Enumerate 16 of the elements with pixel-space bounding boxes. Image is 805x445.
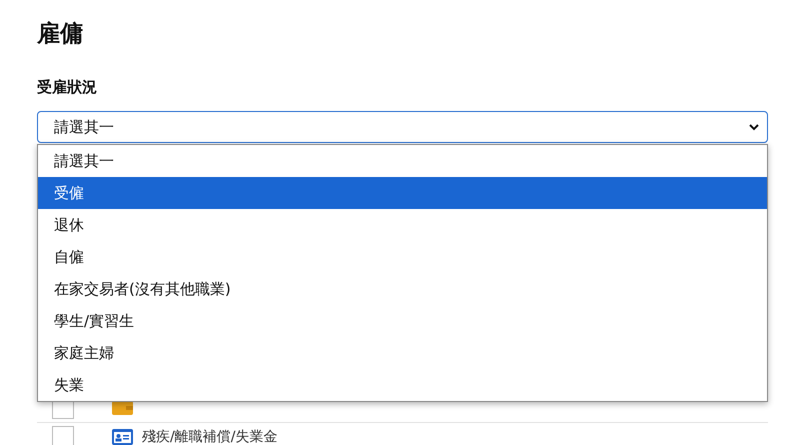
dropdown-option[interactable]: 退休	[38, 209, 767, 241]
dropdown-option[interactable]: 家庭主婦	[38, 337, 767, 369]
dropdown-option[interactable]: 在家交易者(沒有其他職業)	[38, 273, 767, 305]
employment-select[interactable]: 請選其一	[37, 111, 768, 143]
id-card-icon	[112, 429, 133, 445]
dropdown-option[interactable]: 學生/實習生	[38, 305, 767, 337]
dropdown-option[interactable]: 失業	[38, 369, 767, 401]
chevron-icon	[749, 124, 759, 130]
dropdown-option[interactable]: 請選其一	[38, 145, 767, 177]
income-label: 殘疾/離職補償/失業金	[142, 430, 278, 444]
section-heading: 雇傭	[37, 20, 83, 49]
field-label: 受雇狀況	[37, 78, 97, 97]
checkbox[interactable]	[52, 426, 74, 445]
dropdown-option[interactable]: 受僱	[38, 177, 767, 209]
wallet-icon	[112, 401, 133, 415]
dropdown-option[interactable]: 自僱	[38, 241, 767, 273]
